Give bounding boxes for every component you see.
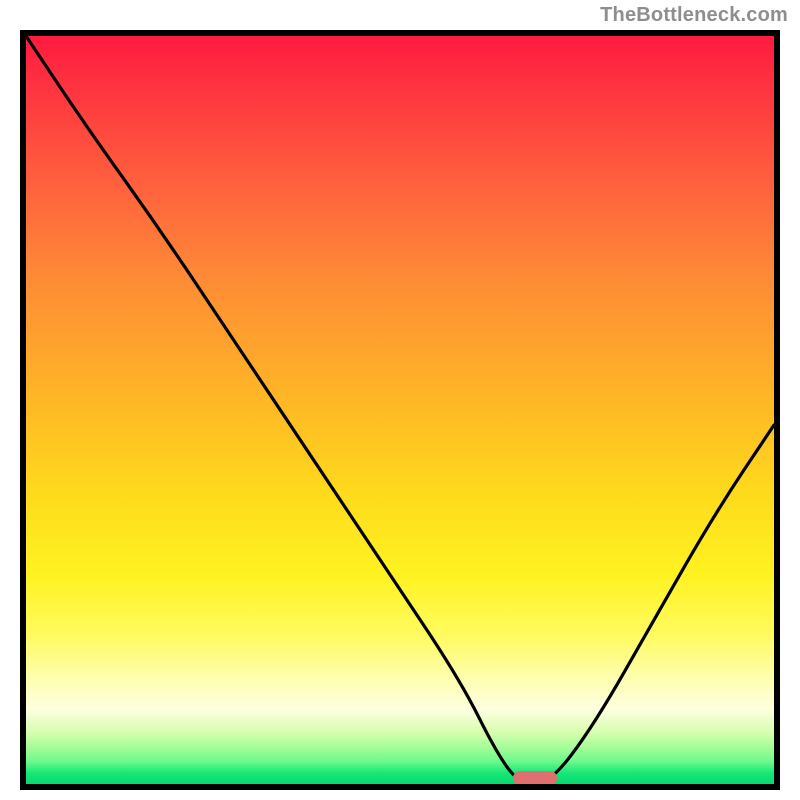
optimum-marker <box>513 771 557 785</box>
chart-frame <box>20 30 780 790</box>
chart-curve-svg <box>26 36 774 784</box>
error-curve-path <box>26 36 774 784</box>
watermark-text: TheBottleneck.com <box>600 4 788 27</box>
